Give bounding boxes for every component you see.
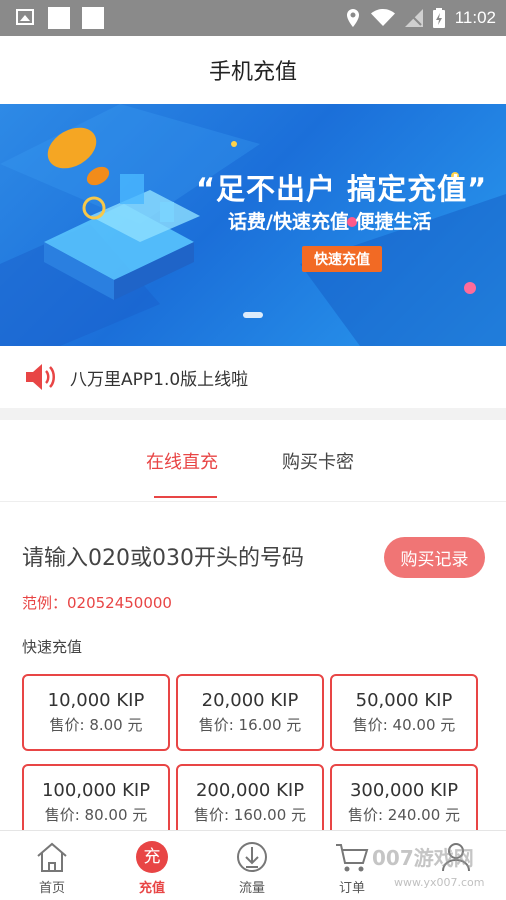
- option-amount: 200,000 KIP: [195, 780, 305, 801]
- phone-number-input[interactable]: 请输入020或030开头的号码: [22, 540, 304, 572]
- status-bar: 11:02: [0, 0, 506, 36]
- nav-label-data: 流量: [238, 881, 265, 896]
- status-time: 11:02: [454, 8, 496, 27]
- recharge-option[interactable]: 20,000 KIP 售价: 16.00 元: [176, 674, 324, 751]
- quick-recharge-label: 快速充值: [22, 638, 83, 656]
- recharge-badge-text: 充: [143, 847, 161, 867]
- option-amount: 10,000 KIP: [47, 690, 145, 711]
- battery-charging-icon: [432, 8, 445, 28]
- example-number: 范例：02052450000: [22, 594, 172, 612]
- page-title: 手机充值: [208, 60, 297, 85]
- gallery-notification-icon: [16, 9, 34, 25]
- location-icon: [346, 9, 359, 27]
- option-price: 售价: 80.00 元: [44, 806, 148, 824]
- cart-icon: [336, 844, 369, 872]
- nav-item-data[interactable]: 流量: [202, 831, 302, 900]
- banner-subline: 话费/快速充值 便捷生活: [228, 211, 432, 233]
- nav-label-orders: 订单: [338, 881, 365, 896]
- recharge-option[interactable]: 10,000 KIP 售价: 8.00 元: [22, 674, 170, 751]
- promo-banner[interactable]: “足不出户 搞定充值” 话费/快速充值 便捷生活 快速充值: [0, 104, 506, 346]
- no-signal-icon: [404, 9, 423, 27]
- tab-online-recharge[interactable]: 在线直充: [146, 448, 218, 474]
- option-price: 售价: 8.00 元: [49, 716, 143, 734]
- purchase-records-button[interactable]: 购买记录: [384, 537, 485, 578]
- recharge-option[interactable]: 50,000 KIP 售价: 40.00 元: [330, 674, 478, 751]
- watermark-logo: 007游戏网: [372, 846, 474, 870]
- banner-headline: “足不出户 搞定充值”: [196, 172, 488, 206]
- banner-quick-recharge-button[interactable]: 快速充值: [302, 246, 382, 272]
- option-amount: 20,000 KIP: [201, 690, 299, 711]
- option-price: 售价: 16.00 元: [198, 716, 302, 734]
- nav-label-recharge: 充值: [138, 881, 165, 896]
- option-amount: 50,000 KIP: [355, 690, 453, 711]
- notification-square-icon: [48, 7, 70, 29]
- home-icon: [37, 842, 67, 872]
- active-tab-indicator: [154, 496, 217, 498]
- nav-item-recharge[interactable]: 充 充值: [102, 831, 202, 900]
- announcement-bar[interactable]: 八万里APP1.0版上线啦: [0, 346, 506, 408]
- option-price: 售价: 160.00 元: [193, 806, 307, 824]
- tab-buy-card[interactable]: 购买卡密: [282, 448, 354, 474]
- option-price: 售价: 240.00 元: [347, 806, 461, 824]
- speaker-icon: [26, 364, 55, 390]
- title-bar: 手机充值: [0, 36, 506, 104]
- option-amount: 100,000 KIP: [41, 780, 151, 801]
- nav-item-home[interactable]: 首页: [2, 831, 102, 900]
- recharge-tabs: 在线直充 购买卡密: [0, 420, 506, 502]
- option-amount: 300,000 KIP: [349, 780, 459, 801]
- announcement-text: 八万里APP1.0版上线啦: [70, 369, 249, 390]
- section-divider: [0, 408, 506, 420]
- data-traffic-icon: [237, 842, 267, 872]
- watermark-url: www.yx007.com: [394, 876, 485, 889]
- notification-square-icon: [82, 7, 104, 29]
- nav-label-home: 首页: [38, 881, 65, 896]
- wifi-icon: [370, 9, 395, 26]
- option-price: 售价: 40.00 元: [352, 716, 456, 734]
- carousel-indicator[interactable]: [243, 312, 263, 318]
